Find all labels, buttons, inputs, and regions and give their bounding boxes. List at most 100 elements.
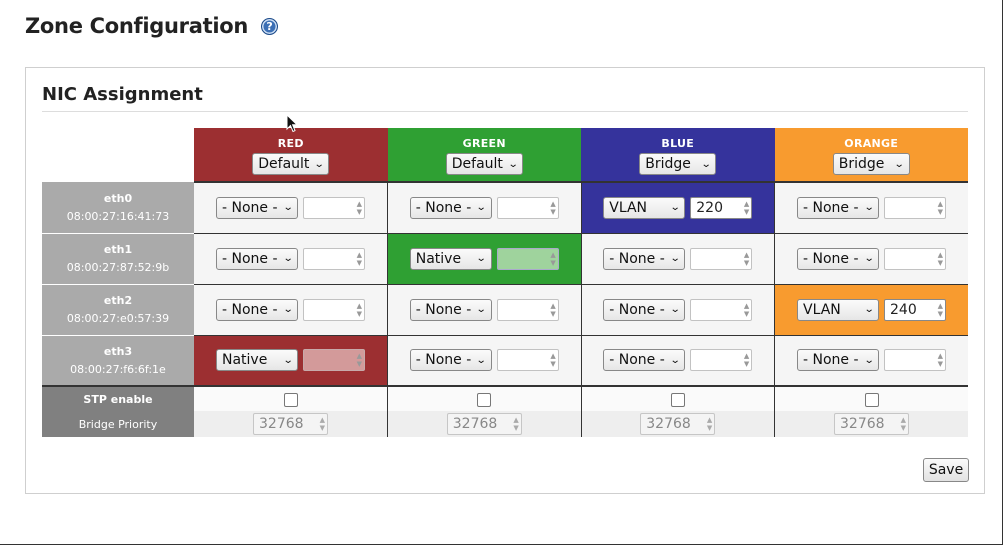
nic-zone-cell: Native ⌄ ▲ ▼: [194, 335, 388, 387]
vlan-id-input[interactable]: ▲ ▼: [884, 349, 946, 372]
chevron-down-icon: ⌄: [476, 354, 488, 366]
chevron-down-icon: ⌄: [282, 202, 294, 214]
stp-cell: [580, 385, 775, 411]
assignment-select[interactable]: - None - ⌄: [409, 298, 492, 321]
zone-name: BLUE: [661, 137, 695, 150]
chevron-down-icon: ⌄: [669, 354, 681, 366]
spinner-icon: ▲ ▼: [937, 199, 943, 216]
vlan-id-input[interactable]: ▲ ▼: [884, 196, 946, 219]
bridge-priority-cell: 32768 ▲ ▼: [194, 411, 388, 437]
stp-checkbox-red[interactable]: [283, 393, 298, 407]
vlan-id-input[interactable]: ▲ ▼: [496, 349, 559, 372]
vlan-id-input[interactable]: ▲ ▼: [496, 298, 559, 321]
nic-zone-cell: - None - ⌄ ▲ ▼: [387, 335, 581, 387]
nic-zone-cell: Native ⌄ ▲ ▼: [387, 233, 581, 285]
assignment-select[interactable]: - None - ⌄: [409, 196, 492, 219]
spinner-icon: ▲ ▼: [550, 352, 556, 369]
bridge-priority-row: Bridge Priority 32768 ▲ ▼ 32768 ▲ ▼ 32768 ▲ ▼ …: [42, 411, 968, 437]
vlan-id-input[interactable]: ▲ ▼: [303, 247, 365, 270]
spinner-icon: ▲ ▼: [743, 301, 750, 318]
assignment-select[interactable]: - None - ⌄: [216, 298, 298, 321]
assignment-select[interactable]: - None - ⌄: [603, 298, 686, 321]
spinner-icon: ▲ ▼: [319, 416, 325, 432]
bridge-priority-label: Bridge Priority: [42, 411, 194, 437]
nic-zone-cell: VLAN ⌄ 240 ▲ ▼: [774, 284, 968, 336]
spinner-icon: ▲ ▼: [513, 416, 519, 432]
spinner-icon: ▲ ▼: [743, 199, 750, 216]
stp-checkbox-green[interactable]: [477, 393, 492, 407]
zone-mode-select-blue[interactable]: Bridge ⌄: [639, 153, 717, 175]
assignment-select[interactable]: - None - ⌄: [797, 247, 879, 270]
spinner-icon: ▲ ▼: [356, 301, 362, 318]
section-title: NIC Assignment: [42, 84, 203, 105]
vlan-id-input[interactable]: 240 ▲ ▼: [884, 298, 946, 321]
stp-checkbox-blue[interactable]: [670, 393, 685, 407]
stp-checkbox-orange[interactable]: [864, 393, 879, 407]
assignment-select[interactable]: - None - ⌄: [797, 196, 879, 219]
nic-zone-cell: - None - ⌄ ▲ ▼: [774, 182, 968, 234]
chevron-down-icon: ⌄: [476, 202, 488, 214]
vlan-id-input[interactable]: ▲ ▼: [690, 349, 753, 372]
assignment-select[interactable]: VLAN ⌄: [797, 298, 879, 321]
chevron-down-icon: ⌄: [863, 202, 875, 214]
nic-zone-cell: - None - ⌄ ▲ ▼: [194, 284, 388, 336]
spinner-icon: ▲ ▼: [550, 250, 556, 267]
spinner-icon: ▲ ▼: [743, 352, 750, 369]
nic-assignment-panel: NIC Assignment RED Default ⌄ GREEN Defaul…: [25, 67, 985, 494]
vlan-id-input[interactable]: ▲ ▼: [690, 298, 753, 321]
assignment-select[interactable]: - None - ⌄: [409, 349, 492, 372]
bridge-priority-cell: 32768 ▲ ▼: [774, 411, 968, 437]
bridge-priority-input-red[interactable]: 32768 ▲ ▼: [253, 413, 328, 435]
bridge-priority-input-green[interactable]: 32768 ▲ ▼: [446, 413, 522, 435]
chevron-down-icon: ⌄: [669, 202, 681, 214]
zone-mode-select-orange[interactable]: Bridge ⌄: [832, 153, 910, 175]
spinner-icon: ▲ ▼: [706, 416, 713, 432]
chevron-down-icon: ⌄: [282, 354, 294, 366]
chevron-down-icon: ⌄: [863, 354, 875, 366]
bridge-priority-input-blue[interactable]: 32768 ▲ ▼: [640, 413, 716, 435]
stp-cell: [387, 385, 581, 411]
nic-zone-cell: - None - ⌄ ▲ ▼: [774, 233, 968, 285]
vlan-id-input[interactable]: ▲ ▼: [496, 247, 559, 270]
zone-header-orange: ORANGE Bridge ⌄: [774, 128, 968, 183]
zone-name: RED: [277, 137, 304, 150]
assignment-select[interactable]: - None - ⌄: [216, 247, 298, 270]
chevron-down-icon: ⌄: [476, 304, 488, 315]
chevron-down-icon: ⌄: [894, 158, 906, 170]
bridge-priority-cell: 32768 ▲ ▼: [580, 411, 775, 437]
zone-mode-select-green[interactable]: Default ⌄: [445, 153, 523, 175]
spinner-icon: ▲ ▼: [356, 352, 362, 369]
save-button[interactable]: Save: [923, 458, 969, 482]
zone-header-green: GREEN Default ⌄: [387, 128, 581, 183]
zone-header-red: RED Default ⌄: [194, 128, 388, 183]
assignment-select[interactable]: Native ⌄: [409, 247, 492, 270]
spinner-icon: ▲ ▼: [900, 416, 906, 432]
zone-name: ORANGE: [844, 137, 899, 150]
vlan-id-input[interactable]: ▲ ▼: [303, 349, 365, 372]
chevron-down-icon: ⌄: [476, 253, 488, 264]
vlan-id-input[interactable]: ▲ ▼: [884, 247, 946, 270]
spinner-icon: ▲ ▼: [937, 301, 943, 318]
assignment-select[interactable]: - None - ⌄: [797, 349, 879, 372]
chevron-down-icon: ⌄: [669, 304, 681, 315]
section-divider: [42, 111, 968, 112]
vlan-id-input[interactable]: 220 ▲ ▼: [690, 196, 753, 219]
vlan-id-input[interactable]: ▲ ▼: [496, 196, 559, 219]
vlan-id-input[interactable]: ▲ ▼: [303, 196, 365, 219]
nic-zone-cell: - None - ⌄ ▲ ▼: [194, 182, 388, 234]
zone-mode-select-red[interactable]: Default ⌄: [252, 153, 330, 175]
nic-zone-cell: - None - ⌄ ▲ ▼: [580, 335, 775, 387]
assignment-select[interactable]: - None - ⌄: [603, 349, 686, 372]
bridge-priority-input-orange[interactable]: 32768 ▲ ▼: [834, 413, 909, 435]
stp-row: STP enable: [42, 385, 968, 411]
spinner-icon: ▲ ▼: [937, 250, 943, 267]
assignment-select[interactable]: - None - ⌄: [603, 247, 686, 270]
nic-row-eth1: eth1 08:00:27:87:52:9b - None - ⌄ ▲ ▼ Nati…: [42, 233, 968, 285]
chevron-down-icon: ⌄: [282, 253, 294, 264]
help-icon[interactable]: ?: [261, 17, 279, 35]
assignment-select[interactable]: Native ⌄: [216, 349, 298, 372]
vlan-id-input[interactable]: ▲ ▼: [303, 298, 365, 321]
assignment-select[interactable]: - None - ⌄: [216, 196, 298, 219]
assignment-select[interactable]: VLAN ⌄: [603, 196, 686, 219]
vlan-id-input[interactable]: ▲ ▼: [690, 247, 753, 270]
